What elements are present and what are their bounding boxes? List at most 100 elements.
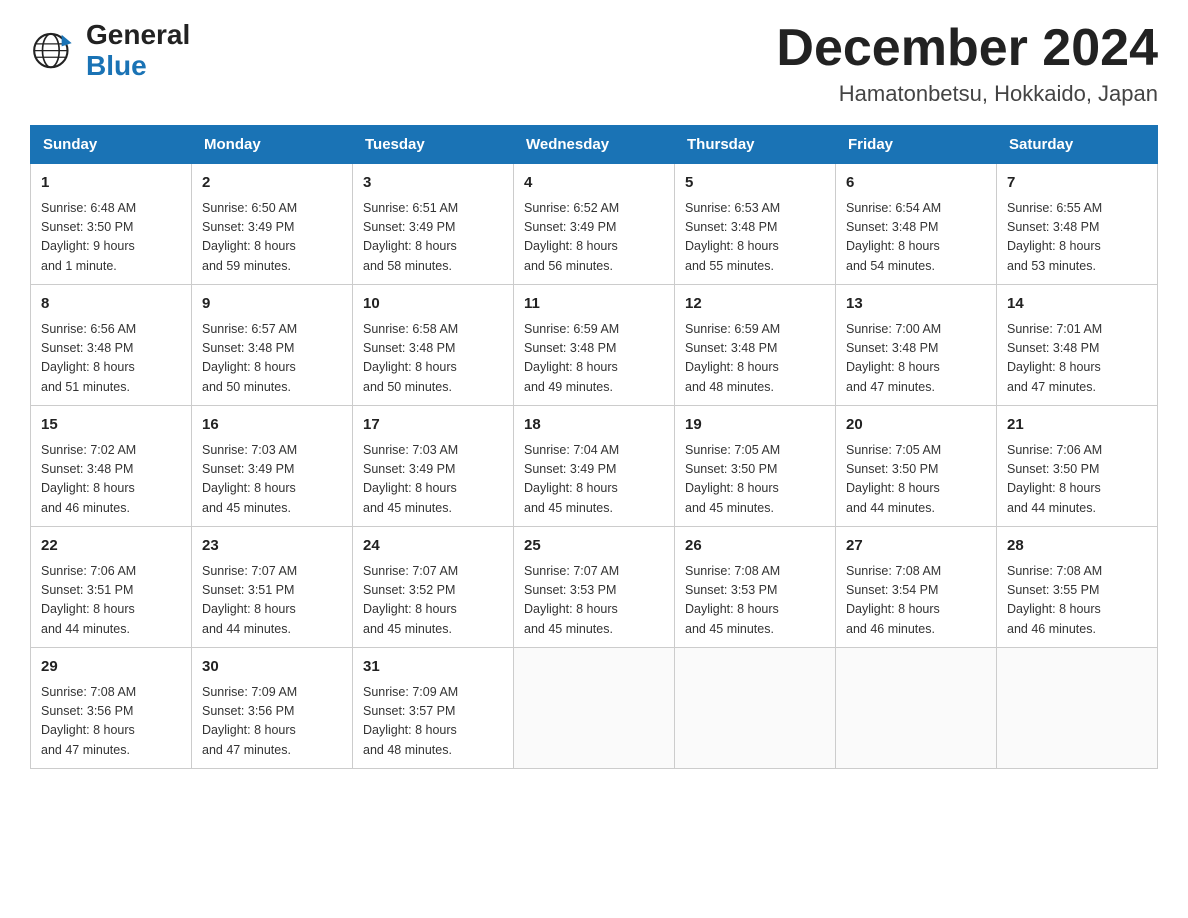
day-info: Sunrise: 6:57 AMSunset: 3:48 PMDaylight:… [202, 320, 342, 398]
calendar-body: 1 Sunrise: 6:48 AMSunset: 3:50 PMDaylight… [31, 164, 1158, 769]
day-info: Sunrise: 6:50 AMSunset: 3:49 PMDaylight:… [202, 199, 342, 277]
calendar-cell: 12 Sunrise: 6:59 AMSunset: 3:48 PMDayligh… [675, 285, 836, 406]
day-info: Sunrise: 6:54 AMSunset: 3:48 PMDaylight:… [846, 199, 986, 277]
day-number: 27 [846, 535, 986, 558]
day-number: 16 [202, 414, 342, 437]
day-number: 23 [202, 535, 342, 558]
day-number: 25 [524, 535, 664, 558]
day-header-sunday: Sunday [31, 126, 192, 164]
day-info: Sunrise: 7:07 AMSunset: 3:51 PMDaylight:… [202, 562, 342, 640]
day-number: 6 [846, 172, 986, 195]
logo: General Blue [30, 20, 190, 82]
day-number: 7 [1007, 172, 1147, 195]
day-header-tuesday: Tuesday [353, 126, 514, 164]
calendar-cell: 18Sunrise: 7:04 AMSunset: 3:49 PMDayligh… [514, 406, 675, 527]
calendar-cell: 19Sunrise: 7:05 AMSunset: 3:50 PMDayligh… [675, 406, 836, 527]
calendar-cell: 10 Sunrise: 6:58 AMSunset: 3:48 PMDayligh… [353, 285, 514, 406]
day-number: 2 [202, 172, 342, 195]
calendar-cell: 28 Sunrise: 7:08 AMSunset: 3:55 PMDayligh… [997, 527, 1158, 648]
calendar-cell: 25 Sunrise: 7:07 AMSunset: 3:53 PMDayligh… [514, 527, 675, 648]
day-header-thursday: Thursday [675, 126, 836, 164]
calendar-week-4: 22 Sunrise: 7:06 AMSunset: 3:51 PMDayligh… [31, 527, 1158, 648]
day-number: 5 [685, 172, 825, 195]
calendar-week-2: 8 Sunrise: 6:56 AMSunset: 3:48 PMDaylight… [31, 285, 1158, 406]
calendar-cell: 23 Sunrise: 7:07 AMSunset: 3:51 PMDayligh… [192, 527, 353, 648]
day-info: Sunrise: 7:03 AMSunset: 3:49 PMDaylight:… [202, 441, 342, 519]
day-info: Sunrise: 6:58 AMSunset: 3:48 PMDaylight:… [363, 320, 503, 398]
day-number: 1 [41, 172, 181, 195]
day-number: 12 [685, 293, 825, 316]
day-number: 28 [1007, 535, 1147, 558]
day-info: Sunrise: 7:05 AMSunset: 3:50 PMDaylight:… [846, 441, 986, 519]
day-info: Sunrise: 6:56 AMSunset: 3:48 PMDaylight:… [41, 320, 181, 398]
day-info: Sunrise: 7:07 AMSunset: 3:52 PMDaylight:… [363, 562, 503, 640]
day-number: 14 [1007, 293, 1147, 316]
day-header-saturday: Saturday [997, 126, 1158, 164]
day-info: Sunrise: 6:59 AMSunset: 3:48 PMDaylight:… [524, 320, 664, 398]
day-number: 22 [41, 535, 181, 558]
day-info: Sunrise: 7:07 AMSunset: 3:53 PMDaylight:… [524, 562, 664, 640]
calendar-cell [514, 648, 675, 769]
day-info: Sunrise: 7:06 AMSunset: 3:51 PMDaylight:… [41, 562, 181, 640]
calendar-cell: 17Sunrise: 7:03 AMSunset: 3:49 PMDayligh… [353, 406, 514, 527]
day-header-monday: Monday [192, 126, 353, 164]
day-info: Sunrise: 7:03 AMSunset: 3:49 PMDaylight:… [363, 441, 503, 519]
day-info: Sunrise: 7:06 AMSunset: 3:50 PMDaylight:… [1007, 441, 1147, 519]
day-info: Sunrise: 7:02 AMSunset: 3:48 PMDaylight:… [41, 441, 181, 519]
logo-name: General Blue [86, 20, 190, 82]
day-number: 30 [202, 656, 342, 679]
calendar-cell: 14 Sunrise: 7:01 AMSunset: 3:48 PMDayligh… [997, 285, 1158, 406]
calendar-cell: 6 Sunrise: 6:54 AMSunset: 3:48 PMDaylight… [836, 164, 997, 285]
calendar-cell: 16 Sunrise: 7:03 AMSunset: 3:49 PMDayligh… [192, 406, 353, 527]
calendar-cell [836, 648, 997, 769]
day-info: Sunrise: 7:08 AMSunset: 3:53 PMDaylight:… [685, 562, 825, 640]
calendar-cell: 3 Sunrise: 6:51 AMSunset: 3:49 PMDaylight… [353, 164, 514, 285]
calendar-cell: 7Sunrise: 6:55 AMSunset: 3:48 PMDaylight… [997, 164, 1158, 285]
day-number: 24 [363, 535, 503, 558]
calendar-cell [997, 648, 1158, 769]
day-info: Sunrise: 7:04 AMSunset: 3:49 PMDaylight:… [524, 441, 664, 519]
calendar-cell: 29Sunrise: 7:08 AMSunset: 3:56 PMDayligh… [31, 648, 192, 769]
header-row: SundayMondayTuesdayWednesdayThursdayFrid… [31, 126, 1158, 164]
day-number: 31 [363, 656, 503, 679]
day-info: Sunrise: 6:59 AMSunset: 3:48 PMDaylight:… [685, 320, 825, 398]
title-block: December 2024 Hamatonbetsu, Hokkaido, Ja… [776, 20, 1158, 107]
day-number: 19 [685, 414, 825, 437]
day-number: 4 [524, 172, 664, 195]
calendar-week-1: 1 Sunrise: 6:48 AMSunset: 3:50 PMDaylight… [31, 164, 1158, 285]
page-header: General Blue December 2024 Hamatonbetsu,… [30, 20, 1158, 107]
day-info: Sunrise: 7:09 AMSunset: 3:57 PMDaylight:… [363, 683, 503, 761]
day-number: 8 [41, 293, 181, 316]
day-number: 3 [363, 172, 503, 195]
calendar-cell: 2 Sunrise: 6:50 AMSunset: 3:49 PMDaylight… [192, 164, 353, 285]
calendar-week-5: 29Sunrise: 7:08 AMSunset: 3:56 PMDayligh… [31, 648, 1158, 769]
day-info: Sunrise: 6:52 AMSunset: 3:49 PMDaylight:… [524, 199, 664, 277]
logo-general-text: General [86, 20, 190, 51]
calendar-table: SundayMondayTuesdayWednesdayThursdayFrid… [30, 125, 1158, 769]
calendar-cell: 24 Sunrise: 7:07 AMSunset: 3:52 PMDayligh… [353, 527, 514, 648]
calendar-cell: 8 Sunrise: 6:56 AMSunset: 3:48 PMDaylight… [31, 285, 192, 406]
day-info: Sunrise: 7:01 AMSunset: 3:48 PMDaylight:… [1007, 320, 1147, 398]
day-info: Sunrise: 7:08 AMSunset: 3:55 PMDaylight:… [1007, 562, 1147, 640]
day-info: Sunrise: 6:48 AMSunset: 3:50 PMDaylight:… [41, 199, 181, 277]
calendar-title: December 2024 [776, 20, 1158, 77]
day-info: Sunrise: 6:51 AMSunset: 3:49 PMDaylight:… [363, 199, 503, 277]
day-info: Sunrise: 7:08 AMSunset: 3:54 PMDaylight:… [846, 562, 986, 640]
calendar-cell: 30 Sunrise: 7:09 AMSunset: 3:56 PMDayligh… [192, 648, 353, 769]
day-number: 21 [1007, 414, 1147, 437]
calendar-week-3: 15Sunrise: 7:02 AMSunset: 3:48 PMDayligh… [31, 406, 1158, 527]
calendar-subtitle: Hamatonbetsu, Hokkaido, Japan [776, 81, 1158, 107]
day-number: 13 [846, 293, 986, 316]
calendar-cell: 4 Sunrise: 6:52 AMSunset: 3:49 PMDaylight… [514, 164, 675, 285]
day-number: 9 [202, 293, 342, 316]
day-number: 20 [846, 414, 986, 437]
logo-icon [30, 26, 80, 76]
calendar-cell: 9 Sunrise: 6:57 AMSunset: 3:48 PMDaylight… [192, 285, 353, 406]
calendar-cell: 26Sunrise: 7:08 AMSunset: 3:53 PMDayligh… [675, 527, 836, 648]
day-number: 10 [363, 293, 503, 316]
day-info: Sunrise: 7:09 AMSunset: 3:56 PMDaylight:… [202, 683, 342, 761]
calendar-cell: 20 Sunrise: 7:05 AMSunset: 3:50 PMDayligh… [836, 406, 997, 527]
day-number: 29 [41, 656, 181, 679]
calendar-cell: 1 Sunrise: 6:48 AMSunset: 3:50 PMDaylight… [31, 164, 192, 285]
calendar-cell: 15Sunrise: 7:02 AMSunset: 3:48 PMDayligh… [31, 406, 192, 527]
